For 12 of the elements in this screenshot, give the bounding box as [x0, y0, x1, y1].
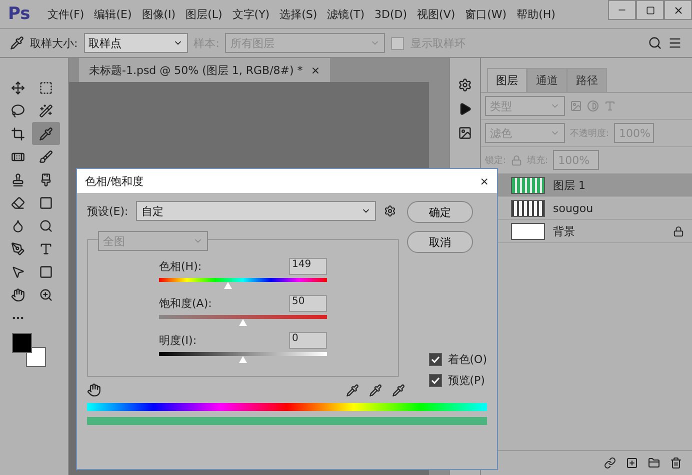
checkbox-label: 预览(P) [448, 373, 485, 388]
layer-name: sougou [553, 202, 594, 214]
dialog-title: 色相/饱和度 [85, 174, 144, 188]
sample-size-label: 取样大小: [30, 36, 78, 50]
slider-label: 色相(H): [159, 259, 202, 274]
checkbox-label: 着色(O) [448, 352, 487, 367]
preset-label: 预设(E): [87, 204, 128, 218]
slider-label: 明度(I): [159, 333, 197, 348]
slider-label: 饱和度(A): [159, 296, 212, 311]
app-logo: Ps [7, 4, 32, 24]
layer-name: 背景 [553, 224, 575, 238]
layer-name: 图层 1 [553, 178, 586, 192]
